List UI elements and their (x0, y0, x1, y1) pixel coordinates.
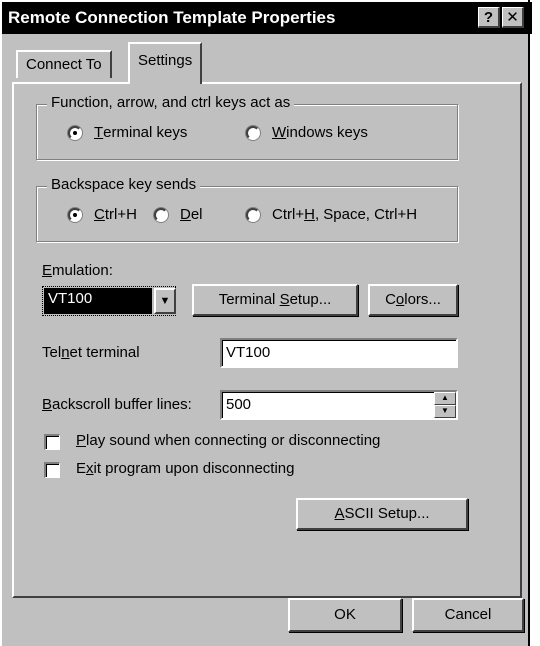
ts-pre: Terminal (218, 291, 280, 308)
telnet-post: et terminal (69, 344, 140, 361)
telnet-label: Telnet terminal (42, 344, 140, 361)
opt-post: indows keys (286, 124, 368, 141)
tab-settings-label: Settings (138, 52, 193, 69)
colors-post: lors... (404, 291, 441, 308)
telnet-pre: Tel (42, 344, 62, 361)
backspace-group-label: Backspace key sends (47, 176, 201, 193)
backscroll-input[interactable]: 500 (220, 390, 458, 420)
cb-post: it program upon disconnecting (93, 460, 295, 477)
opt-u: T (94, 124, 104, 141)
terminal-setup-button[interactable]: Terminal Setup... (192, 284, 358, 316)
exit-program-label[interactable]: Exit program upon disconnecting (76, 460, 294, 477)
opt-post: erminal keys (103, 124, 188, 141)
radio-terminal-keys[interactable]: Terminal keys (68, 124, 187, 141)
title-bar: Remote Connection Template Properties ? … (2, 2, 532, 34)
radio-windows-keys-dot (246, 125, 260, 140)
cb-u: x (86, 460, 94, 477)
radio-windows-keys[interactable]: Windows keys (246, 124, 368, 141)
radio-ctrl-h[interactable]: Ctrl+H (68, 206, 137, 223)
tab-settings[interactable]: Settings (128, 42, 203, 84)
ascii-post: SCII Setup... (344, 505, 430, 522)
tab-connect-to[interactable]: Connect To (16, 50, 112, 78)
ok-button[interactable]: OK (288, 598, 402, 632)
ascii-u: A (334, 505, 345, 522)
backscroll-rest: ackscroll buffer lines: (52, 396, 192, 413)
properties-dialog: Remote Connection Template Properties ? … (0, 0, 532, 646)
emulation-label: Emulation: (42, 262, 113, 279)
emulation-label-rest: mulation: (52, 262, 113, 279)
window-right-edge (528, 0, 530, 646)
opt-pre: Ctrl+ (272, 206, 305, 223)
emulation-dropdown-button[interactable]: ▼ (154, 288, 176, 314)
radio-terminal-keys-dot (68, 125, 82, 140)
radio-ctrl-h-space[interactable]: Ctrl+ H, Space, Ctrl+H (246, 206, 417, 223)
cb-post: lay sound when connecting or disconnecti… (86, 432, 381, 449)
opt-u: C (94, 206, 105, 223)
chevron-down-icon: ▼ (159, 295, 171, 307)
backscroll-u: B (42, 396, 53, 413)
opt-u: D (180, 206, 191, 223)
function-keys-group-label: Function, arrow, and ctrl keys act as (47, 94, 295, 111)
radio-del-dot (154, 207, 168, 222)
spin-up-icon[interactable]: ▲ (434, 392, 456, 405)
play-sound-checkbox[interactable] (44, 434, 60, 450)
close-button[interactable]: ✕ (502, 7, 524, 28)
opt-u: W (272, 124, 287, 141)
ascii-setup-button[interactable]: ASCII Setup... (296, 498, 468, 530)
cb-u: P (76, 432, 87, 449)
colors-button[interactable]: Colors... (368, 284, 458, 316)
exit-program-checkbox[interactable] (44, 462, 60, 478)
opt-post: trl+H (104, 206, 137, 223)
telnet-terminal-input[interactable]: VT100 (220, 338, 458, 368)
help-button[interactable]: ? (478, 7, 500, 28)
radio-ctrl-h-dot (68, 207, 82, 222)
ts-post: etup... (289, 291, 332, 308)
play-sound-label[interactable]: Play sound when connecting or disconnect… (76, 432, 380, 449)
radio-del[interactable]: Del (154, 206, 203, 223)
cb-pre: E (76, 460, 87, 477)
backscroll-spinner[interactable]: ▲ ▼ (434, 392, 456, 418)
emulation-label-u: E (42, 262, 53, 279)
colors-pre: C (385, 291, 396, 308)
emulation-select[interactable]: VT100 (44, 288, 152, 314)
ts-u: S (279, 291, 290, 308)
colors-u: o (395, 291, 405, 308)
opt-post: , Space, Ctrl+H (314, 206, 418, 223)
radio-ctrl-h-space-dot (246, 207, 260, 222)
window-title: Remote Connection Template Properties (8, 8, 336, 27)
cancel-button[interactable]: Cancel (412, 598, 524, 632)
tab-connect-to-label: Connect To (26, 56, 102, 73)
backscroll-label: Backscroll buffer lines: (42, 396, 192, 413)
opt-post: el (190, 206, 203, 223)
telnet-u: n (61, 344, 70, 361)
opt-u: H (304, 206, 315, 223)
spin-down-icon[interactable]: ▼ (434, 405, 456, 418)
